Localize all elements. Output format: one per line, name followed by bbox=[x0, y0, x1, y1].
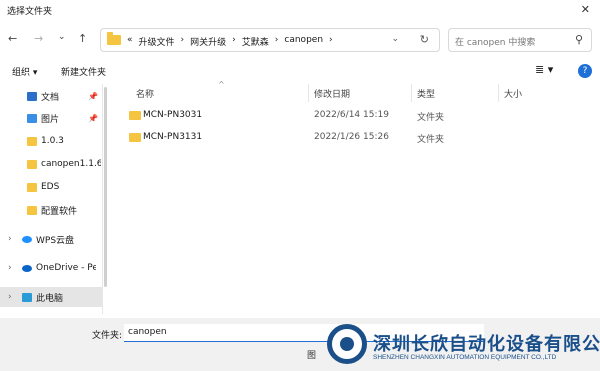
command-bar: 组织 ▾ 新建文件夹 ≣ ▾ ? bbox=[0, 60, 600, 82]
address-dropdown-icon[interactable]: ⌄ bbox=[391, 34, 399, 44]
column-divider[interactable] bbox=[498, 84, 499, 102]
company-watermark: 图 深圳长欣自动化设备有限公司 SHENZHEN CHANGXIN AUTOMA… bbox=[305, 324, 600, 369]
table-row[interactable]: MCN-PN3031 2022/6/14 15:19 文件夹 bbox=[108, 107, 600, 125]
file-date: 2022/1/26 15:26 bbox=[314, 132, 389, 142]
breadcrumb-separator[interactable]: › bbox=[275, 35, 279, 48]
sidebar-scrollbar[interactable] bbox=[104, 87, 107, 287]
file-name: MCN-PN3131 bbox=[143, 132, 203, 142]
column-header-name[interactable]: 名称 bbox=[136, 87, 154, 100]
breadcrumb-separator[interactable]: › bbox=[181, 35, 185, 48]
watermark-company-english: SHENZHEN CHANGXIN AUTOMATION EQUIPMENT C… bbox=[373, 354, 557, 361]
onedrive-icon bbox=[22, 264, 32, 272]
breadcrumb-item[interactable]: 网关升级 bbox=[190, 35, 226, 48]
column-divider[interactable] bbox=[308, 84, 309, 102]
sidebar-item-wps-cloud[interactable]: › WPS云盘 bbox=[0, 229, 102, 249]
document-icon bbox=[27, 91, 37, 101]
table-row[interactable]: MCN-PN3131 2022/1/26 15:26 文件夹 bbox=[108, 129, 600, 147]
column-header-size[interactable]: 大小 bbox=[504, 87, 522, 100]
breadcrumb-item[interactable]: canopen bbox=[284, 35, 323, 48]
file-list: ^ 名称 修改日期 类型 大小 MCN-PN3031 2022/6/14 15:… bbox=[108, 80, 600, 314]
navigation-pane: 文档 📌 图片 📌 1.0.3 canopen1.1.6z EDS 配置软件 ›… bbox=[0, 84, 103, 314]
dialog-title: 选择文件夹 bbox=[7, 7, 53, 17]
column-header-date[interactable]: 修改日期 bbox=[314, 87, 350, 100]
sidebar-item-1-0-3[interactable]: 1.0.3 bbox=[0, 131, 102, 151]
sidebar-item-pictures[interactable]: 图片 📌 bbox=[0, 108, 102, 128]
folder-icon bbox=[27, 182, 37, 192]
watermark-company-name: 深圳长欣自动化设备有限公司 bbox=[373, 334, 600, 355]
refresh-icon[interactable]: ↻ bbox=[420, 33, 429, 46]
computer-icon bbox=[22, 292, 32, 302]
close-icon[interactable]: ✕ bbox=[581, 3, 590, 16]
search-input[interactable]: 在 canopen 中搜索 bbox=[455, 35, 535, 48]
folder-icon bbox=[129, 133, 141, 142]
expand-chevron-icon[interactable]: › bbox=[8, 292, 12, 302]
search-icon[interactable]: ⚲ bbox=[575, 33, 583, 46]
new-folder-button[interactable]: 新建文件夹 bbox=[61, 65, 106, 78]
search-box[interactable]: 在 canopen 中搜索 ⚲ bbox=[448, 28, 592, 52]
column-header-type[interactable]: 类型 bbox=[417, 87, 435, 100]
sidebar-item-label: EDS bbox=[41, 182, 60, 192]
breadcrumb-overflow[interactable]: « bbox=[127, 35, 133, 48]
sidebar-item-this-pc[interactable]: › 此电脑 bbox=[0, 287, 102, 307]
breadcrumb-separator[interactable]: › bbox=[232, 35, 236, 48]
sidebar-item-label: WPS云盘 bbox=[36, 235, 75, 246]
breadcrumb-item[interactable]: 艾默森 bbox=[242, 35, 269, 48]
column-divider[interactable] bbox=[411, 84, 412, 102]
folder-icon bbox=[27, 159, 37, 169]
breadcrumb: « 升级文件 › 网关升级 › 艾默森 › canopen › bbox=[127, 35, 333, 48]
sort-ascending-icon: ^ bbox=[218, 80, 225, 89]
file-type: 文件夹 bbox=[417, 113, 445, 123]
sidebar-item-label: OneDrive - Pers bbox=[36, 263, 96, 273]
sidebar-item-config-software[interactable]: 配置软件 bbox=[0, 200, 102, 220]
forward-arrow-icon[interactable]: → bbox=[34, 32, 43, 45]
back-arrow-icon[interactable]: ← bbox=[8, 32, 17, 45]
cloud-icon bbox=[22, 235, 32, 243]
breadcrumb-separator[interactable]: › bbox=[329, 35, 333, 48]
file-date: 2022/6/14 15:19 bbox=[314, 110, 389, 120]
pin-icon[interactable]: 📌 bbox=[88, 92, 98, 101]
sidebar-item-label: 1.0.3 bbox=[41, 136, 64, 146]
expand-chevron-icon[interactable]: › bbox=[8, 263, 12, 273]
expand-chevron-icon[interactable]: › bbox=[8, 234, 12, 244]
up-arrow-icon[interactable]: ↑ bbox=[78, 32, 87, 45]
sidebar-item-label: canopen1.1.6z bbox=[41, 159, 101, 169]
address-bar[interactable]: « 升级文件 › 网关升级 › 艾默森 › canopen › ⌄ ↻ bbox=[100, 28, 440, 52]
title-bar: 选择文件夹 ✕ bbox=[0, 0, 600, 20]
sidebar-item-label: 配置软件 bbox=[41, 206, 78, 217]
sidebar-item-documents[interactable]: 文档 📌 bbox=[0, 86, 102, 106]
folder-icon bbox=[107, 32, 121, 45]
folder-picker-dialog: 选择文件夹 ✕ ← → ⌄ ↑ « 升级文件 › 网关升级 › 艾默森 › ca… bbox=[0, 0, 600, 371]
folder-icon bbox=[129, 111, 141, 120]
address-row: ← → ⌄ ↑ « 升级文件 › 网关升级 › 艾默森 › canopen › … bbox=[0, 24, 600, 54]
view-options-icon[interactable]: ≣ ▾ bbox=[535, 63, 553, 76]
pin-icon[interactable]: 📌 bbox=[88, 114, 98, 123]
partial-button-label[interactable]: 图 bbox=[307, 348, 316, 361]
folder-icon bbox=[27, 136, 37, 146]
file-name: MCN-PN3031 bbox=[143, 110, 203, 120]
sidebar-item-label: 此电脑 bbox=[36, 293, 64, 304]
folder-label: 文件夹: bbox=[92, 331, 123, 341]
company-logo-icon bbox=[327, 324, 367, 364]
help-icon[interactable]: ? bbox=[578, 64, 592, 78]
breadcrumb-item[interactable]: 升级文件 bbox=[139, 35, 175, 48]
sidebar-item-onedrive[interactable]: › OneDrive - Pers bbox=[0, 258, 102, 278]
recent-locations-icon[interactable]: ⌄ bbox=[58, 32, 66, 42]
folder-icon bbox=[27, 205, 37, 215]
sidebar-item-eds[interactable]: EDS bbox=[0, 177, 102, 197]
file-type: 文件夹 bbox=[417, 135, 445, 145]
organize-button[interactable]: 组织 ▾ bbox=[12, 65, 37, 78]
picture-icon bbox=[27, 113, 37, 123]
sidebar-item-canopen[interactable]: canopen1.1.6z bbox=[0, 154, 102, 174]
